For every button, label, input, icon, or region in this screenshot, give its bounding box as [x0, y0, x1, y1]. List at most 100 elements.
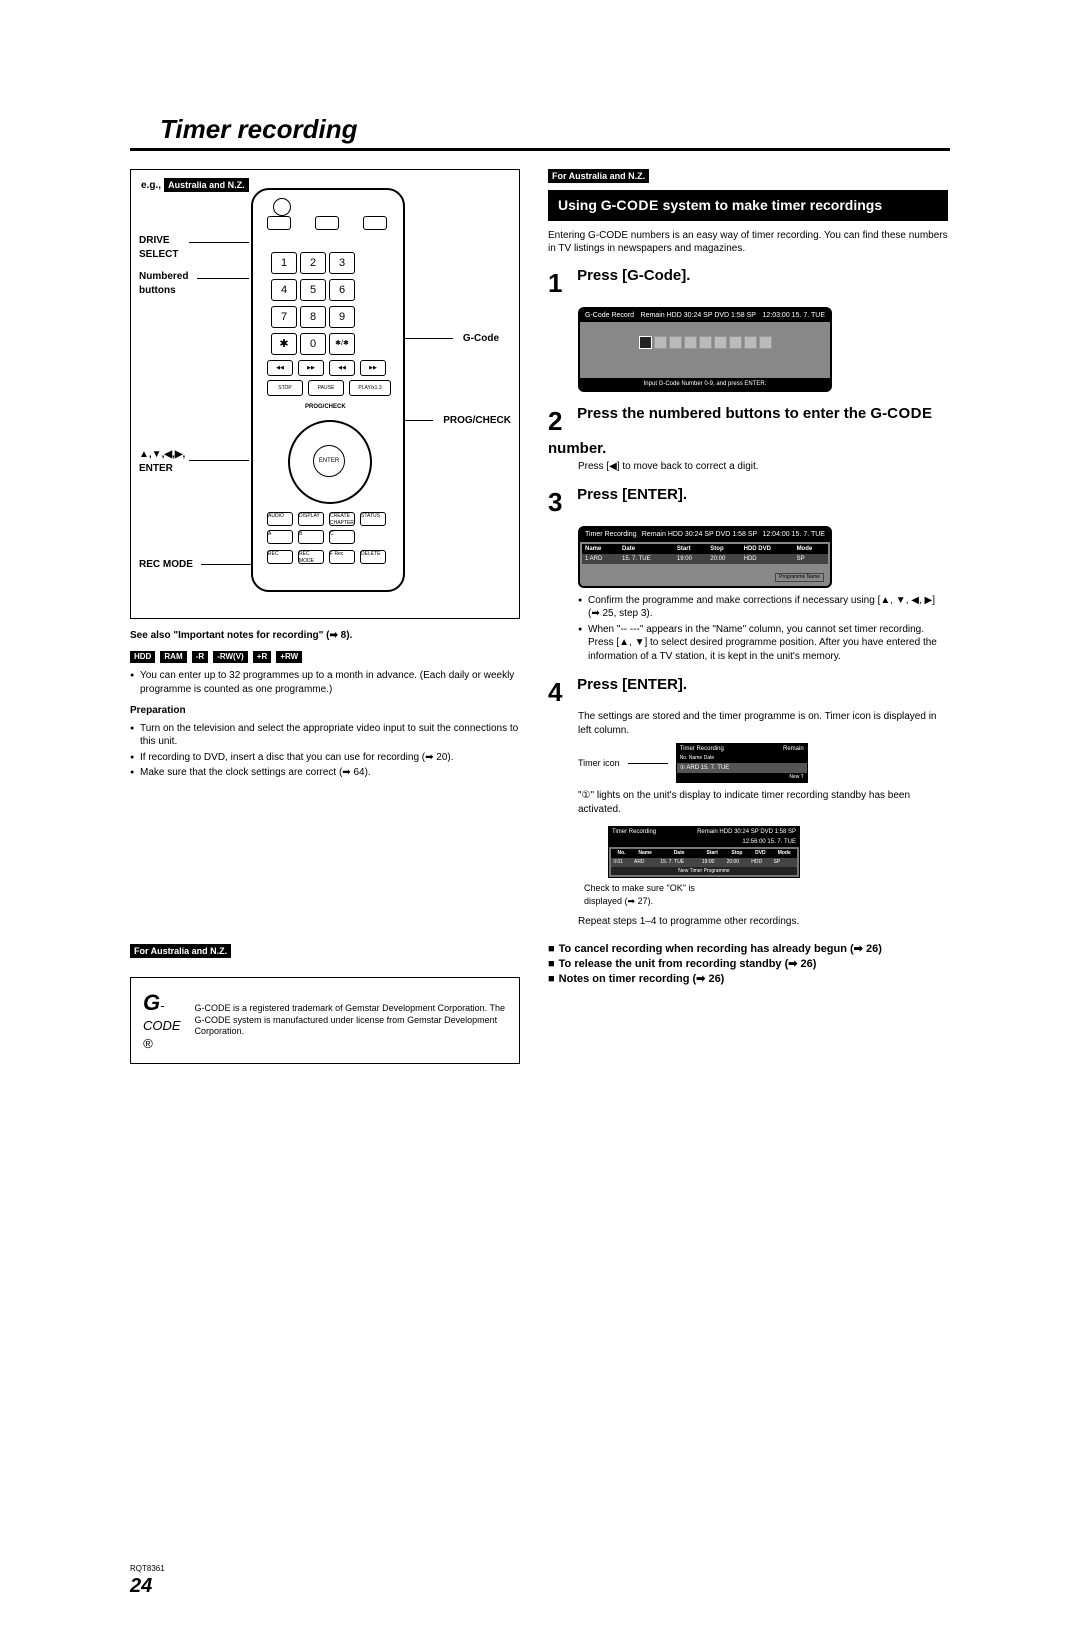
two-columns: e.g., Australia and N.Z. DRIVE SELECT Nu… [130, 169, 950, 1064]
spacer [130, 784, 520, 944]
badge-plusr: +R [253, 651, 271, 664]
callout-arrows-enter: ▲,▼,◀,▶, ENTER [139, 448, 199, 475]
num-5: 5 [300, 279, 326, 301]
remote-diagram-box: e.g., Australia and N.Z. DRIVE SELECT Nu… [130, 169, 520, 619]
delete-button: DELETE [360, 550, 386, 564]
region-chip: Australia and N.Z. [164, 178, 249, 192]
step-4-title: Press [ENTER]. [577, 676, 687, 693]
step-3-bullets: Confirm the programme and make correctio… [578, 594, 948, 664]
s1-hdr-l: G-Code Record [585, 311, 634, 320]
ch-button [363, 216, 387, 230]
step-num-1: 1 [548, 266, 574, 301]
num-4: 4 [271, 279, 297, 301]
s2-hdr-l: Timer Recording [585, 530, 636, 539]
num-1: 1 [271, 252, 297, 274]
callout-gcode: G-Code [463, 332, 499, 346]
prep-heading: Preparation [130, 704, 520, 718]
abc-row-1: AUDIO DISPLAY CREATE CHAPTER STATUS [267, 512, 386, 526]
screen-2: Timer Recording Remain HDD 30:24 SP DVD … [578, 526, 832, 587]
page-title: Timer recording [130, 110, 950, 145]
num-8: 8 [300, 306, 326, 328]
repeat-note: Repeat steps 1–4 to programme other reco… [578, 915, 948, 929]
step-4-note: "①" lights on the unit's display to indi… [578, 789, 948, 816]
step-4: 4 Press [ENTER]. The settings are stored… [548, 675, 948, 928]
media-badges: HDD RAM -R -RW(V) +R +RW [130, 649, 520, 664]
badge-hdd: HDD [130, 651, 155, 664]
s2-hdr-m: Remain HDD 30:24 SP DVD 1:58 SP [642, 530, 757, 539]
transport-row-1: ◀◀ ▶▶ ◀◀ ▶▶ [267, 360, 386, 376]
s1-foot: Input G-Code Number 0-9, and press ENTER… [580, 378, 830, 390]
audio-button: AUDIO [267, 512, 293, 526]
av-button [315, 216, 339, 230]
prep-2: If recording to DVD, insert a disc that … [130, 751, 520, 765]
num-gcode: ✱/✱ [329, 333, 355, 355]
num-2: 2 [300, 252, 326, 274]
step-2-note: Press [◀] to move back to correct a digi… [578, 460, 948, 474]
extras: To cancel recording when recording has a… [548, 942, 948, 987]
eg-prefix: e.g., [141, 180, 161, 191]
num-0: 0 [300, 333, 326, 355]
sh-b: CODE [616, 197, 658, 213]
a-button: A [267, 530, 293, 544]
rec-mode-button: REC MODE [298, 550, 324, 564]
callout-drive-select: DRIVE SELECT [139, 234, 199, 261]
screen-mini: Timer RecordingRemain No. Name Date ① AR… [676, 743, 808, 783]
s1-hdr-r: 12:03:00 15. 7. TUE [762, 311, 825, 320]
screen-1: G-Code Record Remain HDD 30:24 SP DVD 1:… [578, 307, 832, 393]
num-7: 7 [271, 306, 297, 328]
s2-table: Name Date Start Stop HDD DVD Mode 1 ARD … [582, 544, 828, 564]
step-2: 2 Press the numbered buttons to enter th… [548, 404, 948, 473]
chapter-button: CREATE CHAPTER [329, 512, 355, 526]
page-footer: RQT8361 24 [130, 1564, 950, 1598]
extra-1: To cancel recording when recording has a… [548, 942, 882, 957]
timer-icon-figure: Timer icon Timer RecordingRemain No. Nam… [578, 743, 948, 783]
rewind-button: ◀◀ [267, 360, 293, 376]
rec-button: REC [267, 550, 293, 564]
drive-select-button [267, 216, 291, 230]
notes-list: You can enter up to 32 programmes up to … [130, 669, 520, 696]
prep-3: Make sure that the clock settings are co… [130, 766, 520, 780]
badge-rwv: -RW(V) [213, 651, 248, 664]
num-star: ✱ [271, 333, 297, 355]
frec-button: F Rec [329, 550, 355, 564]
b-button: B [298, 530, 324, 544]
callout-progcheck: PROG/CHECK [443, 414, 511, 428]
page-number: 24 [130, 1575, 950, 1598]
s1-input-row [586, 336, 824, 349]
numpad: 1 2 3 4 5 6 7 8 9 ✱ 0 ✱/✱ [271, 252, 353, 355]
screen-3-row: Timer Recording Remain HDD 30:24 SP DVD … [578, 822, 948, 907]
page: Timer recording e.g., Australia and N.Z.… [130, 110, 950, 1064]
s3-b2: When "-- ---" appears in the "Name" colu… [578, 623, 948, 664]
region-chip-right: For Australia and N.Z. [548, 169, 649, 183]
step-1-title: Press [G-Code]. [577, 267, 690, 284]
s3-b1: Confirm the programme and make correctio… [578, 594, 948, 621]
stop-button: STOP [267, 380, 303, 396]
gcode-g: G [143, 990, 160, 1015]
prep-list: Turn on the television and select the ap… [130, 722, 520, 780]
s2-progname: Programme Name [775, 573, 824, 582]
section-heading: Using G-CODE system to make timer record… [548, 190, 948, 221]
left-column: e.g., Australia and N.Z. DRIVE SELECT Nu… [130, 169, 520, 1064]
rec-row: REC REC MODE F Rec DELETE [267, 550, 386, 564]
badge-ram: RAM [160, 651, 186, 664]
check-ok-note: Check to make sure "OK" is displayed (➡ … [584, 882, 734, 906]
s2-hdr-r: 12:04:00 15. 7. TUE [762, 530, 825, 539]
step-4-text: The settings are stored and the timer pr… [578, 710, 948, 737]
see-also-note: See also "Important notes for recording"… [130, 629, 520, 643]
callout-rec-mode: REC MODE [139, 558, 193, 572]
title-bar: Timer recording [130, 110, 950, 151]
abc-row-2: A B C [267, 530, 355, 544]
callout-numbered: Numbered buttons [139, 270, 199, 297]
screen-3: Timer Recording Remain HDD 30:24 SP DVD … [608, 826, 800, 878]
num-6: 6 [329, 279, 355, 301]
play-button: PLAY/x1.3 [349, 380, 391, 396]
c-button: C [329, 530, 355, 544]
step-3: 3 Press [ENTER]. Timer Recording Remain … [548, 485, 948, 663]
step-num-4: 4 [548, 675, 574, 710]
step-num-2: 2 [548, 404, 574, 439]
gcode-logo: G-CODE ® [143, 988, 181, 1053]
transport-row-2: STOP PAUSE PLAY/x1.3 [267, 380, 391, 396]
gcode-trademark-box: G-CODE ® G-CODE is a registered trademar… [130, 977, 520, 1064]
num-9: 9 [329, 306, 355, 328]
intro-text: Entering G-CODE numbers is an easy way o… [548, 229, 948, 256]
